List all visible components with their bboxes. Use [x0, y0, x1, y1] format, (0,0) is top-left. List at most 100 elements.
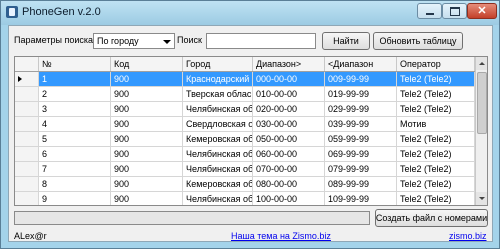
row-header[interactable] — [15, 192, 39, 205]
arrow-up-icon — [479, 62, 485, 65]
table-cell[interactable]: 900 — [111, 147, 183, 161]
table-row[interactable]: 9900Челябинская об...100-00-00109-99-99T… — [15, 192, 475, 205]
create-file-button[interactable]: Создать файл с номерами — [375, 209, 488, 227]
site-link[interactable]: zismo.biz — [449, 231, 487, 241]
table-row[interactable]: 8900Кемеровская об...080-00-00089-99-99T… — [15, 177, 475, 192]
table-cell[interactable]: 050-00-00 — [253, 132, 325, 146]
table-row[interactable]: 1 900 Краснодарский ... 000-00-00 009-99-99 T… — [15, 72, 475, 87]
table-cell[interactable]: Tele2 (Tele2) — [397, 102, 475, 116]
table-cell[interactable]: Кемеровская об... — [183, 177, 253, 191]
table-cell[interactable]: Кемеровская об... — [183, 132, 253, 146]
table-row[interactable]: 7900Челябинская об...070-00-00079-99-99T… — [15, 162, 475, 177]
table-cell[interactable]: 7 — [39, 162, 111, 176]
table-cell[interactable]: Свердловская о... — [183, 117, 253, 131]
table-cell[interactable]: Tele2 (Tele2) — [397, 162, 475, 176]
table-cell[interactable]: 080-00-00 — [253, 177, 325, 191]
arrow-down-icon — [479, 197, 485, 200]
table-cell[interactable]: 100-00-00 — [253, 192, 325, 205]
forum-link[interactable]: Наша тема на Zismo.biz — [231, 231, 331, 241]
title-bar[interactable]: PhoneGen v.2.0 ✕ — [1, 1, 499, 25]
column-header-code[interactable]: Код — [111, 57, 183, 71]
find-button[interactable]: Найти — [322, 32, 370, 50]
row-header[interactable] — [15, 117, 39, 131]
table-cell[interactable]: 079-99-99 — [325, 162, 397, 176]
row-header[interactable] — [15, 87, 39, 101]
table-cell[interactable]: Краснодарский ... — [183, 72, 253, 86]
table-cell[interactable]: Tele2 (Tele2) — [397, 72, 475, 86]
table-cell[interactable]: 900 — [111, 162, 183, 176]
table-cell[interactable]: Челябинская об... — [183, 162, 253, 176]
table-cell[interactable]: 2 — [39, 87, 111, 101]
table-row[interactable]: 4900Свердловская о...030-00-00039-99-99М… — [15, 117, 475, 132]
table-cell[interactable]: 060-00-00 — [253, 147, 325, 161]
table-cell[interactable]: 059-99-99 — [325, 132, 397, 146]
table-row[interactable]: 2 900 Тверская облас... 010-00-00 019-99-99 T… — [15, 87, 475, 102]
table-cell[interactable]: 900 — [111, 102, 183, 116]
column-header-number[interactable]: № — [39, 57, 111, 71]
table-cell[interactable]: 900 — [111, 72, 183, 86]
column-header-range-to[interactable]: <Диапазон — [325, 57, 397, 71]
table-cell[interactable]: 900 — [111, 177, 183, 191]
maximize-icon — [449, 6, 460, 16]
table-cell[interactable]: 109-99-99 — [325, 192, 397, 205]
table-row[interactable]: 5900Кемеровская об...050-00-00059-99-99T… — [15, 132, 475, 147]
row-header[interactable] — [15, 102, 39, 116]
maximize-button[interactable] — [442, 3, 467, 19]
column-header-range-from[interactable]: Диапазон> — [253, 57, 325, 71]
table-header: № Код Город Диапазон> <Диапазон Оператор — [15, 57, 475, 72]
scroll-up-button[interactable] — [476, 57, 487, 70]
table-cell[interactable]: 010-00-00 — [253, 87, 325, 101]
table-cell[interactable]: 5 — [39, 132, 111, 146]
table-cell[interactable]: 900 — [111, 87, 183, 101]
table-cell[interactable]: 000-00-00 — [253, 72, 325, 86]
table-cell[interactable]: Челябинская об... — [183, 102, 253, 116]
table-cell[interactable]: Tele2 (Tele2) — [397, 177, 475, 191]
table-cell[interactable]: 900 — [111, 192, 183, 205]
table-body: 1 900 Краснодарский ... 000-00-00 009-99-99 T… — [15, 72, 475, 205]
table-cell[interactable]: 019-99-99 — [325, 87, 397, 101]
row-header[interactable] — [15, 147, 39, 161]
search-param-select[interactable]: По городу — [93, 33, 175, 49]
refresh-table-button[interactable]: Обновить таблицу — [373, 32, 463, 50]
table-cell[interactable]: Челябинская об... — [183, 192, 253, 205]
numbers-table: № Код Город Диапазон> <Диапазон Оператор… — [14, 56, 488, 206]
search-input[interactable] — [206, 33, 316, 49]
row-header[interactable] — [15, 132, 39, 146]
table-cell[interactable]: 030-00-00 — [253, 117, 325, 131]
table-cell[interactable]: 089-99-99 — [325, 177, 397, 191]
table-cell[interactable]: Мотив — [397, 117, 475, 131]
scroll-thumb[interactable] — [477, 72, 487, 134]
table-cell[interactable]: 6 — [39, 147, 111, 161]
table-cell[interactable]: 070-00-00 — [253, 162, 325, 176]
table-cell[interactable]: 069-99-99 — [325, 147, 397, 161]
minimize-button[interactable] — [417, 3, 442, 19]
table-cell[interactable]: 9 — [39, 192, 111, 205]
table-row[interactable]: 3900Челябинская об...020-00-00029-99-99T… — [15, 102, 475, 117]
table-cell[interactable]: 039-99-99 — [325, 117, 397, 131]
table-row[interactable]: 6900Челябинская об...060-00-00069-99-99T… — [15, 147, 475, 162]
table-cell[interactable]: 029-99-99 — [325, 102, 397, 116]
close-button[interactable]: ✕ — [467, 3, 497, 19]
table-cell[interactable]: 900 — [111, 117, 183, 131]
table-cell[interactable]: 8 — [39, 177, 111, 191]
table-cell[interactable]: 1 — [39, 72, 111, 86]
table-cell[interactable]: 020-00-00 — [253, 102, 325, 116]
column-header-city[interactable]: Город — [183, 57, 253, 71]
table-cell[interactable]: 900 — [111, 132, 183, 146]
table-cell[interactable]: Tele2 (Tele2) — [397, 147, 475, 161]
table-cell[interactable]: Tele2 (Tele2) — [397, 192, 475, 205]
scroll-down-button[interactable] — [476, 192, 487, 205]
table-cell[interactable]: 009-99-99 — [325, 72, 397, 86]
table-cell[interactable]: 4 — [39, 117, 111, 131]
table-cell[interactable]: Тверская облас... — [183, 87, 253, 101]
table-cell[interactable]: Tele2 (Tele2) — [397, 87, 475, 101]
table-cell[interactable]: Челябинская об... — [183, 147, 253, 161]
table-cell[interactable]: 3 — [39, 102, 111, 116]
column-header-operator[interactable]: Оператор — [397, 57, 475, 71]
vertical-scrollbar[interactable] — [475, 57, 487, 205]
row-header[interactable] — [15, 177, 39, 191]
app-window: PhoneGen v.2.0 ✕ Параметры поиска По гор… — [0, 0, 500, 249]
table-cell[interactable]: Tele2 (Tele2) — [397, 132, 475, 146]
row-header[interactable] — [15, 72, 39, 86]
row-header[interactable] — [15, 162, 39, 176]
